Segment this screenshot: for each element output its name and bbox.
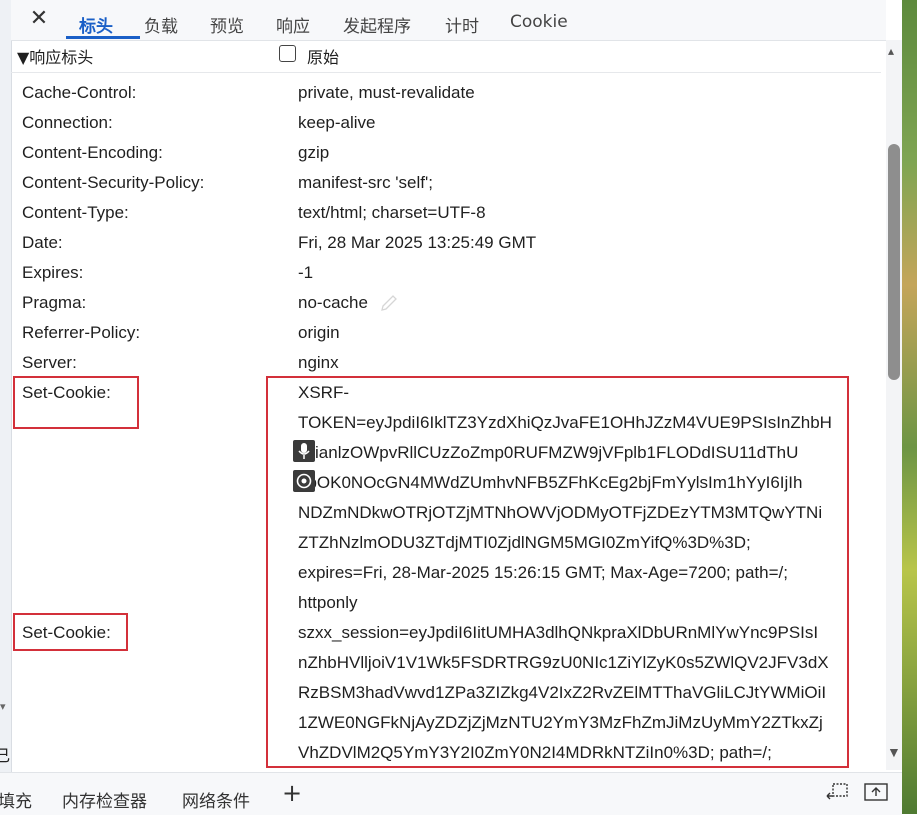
left-panel-edge: ▾ 己 xyxy=(0,0,12,780)
dock-bottom-icon[interactable] xyxy=(863,781,889,803)
header-name: Server: xyxy=(22,353,77,372)
drawer-tab-partial[interactable]: 填充 xyxy=(0,787,32,812)
tab-headers[interactable]: 标头 xyxy=(79,12,113,37)
tab-preview[interactable]: 预览 xyxy=(210,12,244,37)
header-name: Referrer-Policy: xyxy=(22,323,141,342)
header-value: origin xyxy=(298,323,340,342)
header-name: Expires: xyxy=(22,263,84,282)
header-name: Content-Encoding: xyxy=(22,143,163,162)
raw-checkbox-label[interactable]: 原始 xyxy=(307,44,339,68)
add-tab-icon[interactable]: + xyxy=(282,779,302,807)
scroll-down-arrow-icon[interactable]: ▼ xyxy=(887,744,901,760)
tab-response[interactable]: 响应 xyxy=(276,12,310,37)
header-name: Connection: xyxy=(22,113,113,132)
scrollbar-thumb[interactable] xyxy=(888,144,900,380)
drawer-tab-bar: 填充 内存检查器 网络条件 + xyxy=(0,772,902,815)
tab-timing[interactable]: 计时 xyxy=(445,12,479,37)
set-cookie-name: Set-Cookie: xyxy=(22,623,111,642)
tab-initiator[interactable]: 发起程序 xyxy=(343,12,411,37)
header-name: Pragma: xyxy=(22,293,87,312)
highlight-box xyxy=(266,376,849,768)
section-divider xyxy=(11,72,881,73)
section-title[interactable]: ▼响应标头 xyxy=(17,44,93,68)
left-edge-text: 己 xyxy=(0,748,11,765)
undock-icon[interactable] xyxy=(824,781,850,803)
header-value: -1 xyxy=(298,263,314,282)
raw-checkbox[interactable] xyxy=(279,45,296,62)
drawer-tab-memory-inspector[interactable]: 内存检查器 xyxy=(62,787,147,812)
header-value: text/html; charset=UTF-8 xyxy=(298,203,486,222)
header-value: gzip xyxy=(298,143,330,162)
scroll-down-arrow-icon[interactable]: ▾ xyxy=(0,700,6,713)
header-value: no-cache xyxy=(298,293,368,312)
header-value: private, must-revalidate xyxy=(298,83,475,102)
header-name: Cache-Control: xyxy=(22,83,137,102)
scrollbar[interactable]: ▴ ▼ xyxy=(886,40,902,770)
header-value: nginx xyxy=(298,353,339,372)
details-tab-bar: ✕ 标头 负载 预览 响应 发起程序 计时 Cookie xyxy=(11,0,886,41)
header-name: Date: xyxy=(22,233,63,252)
header-name: Content-Security-Policy: xyxy=(22,173,205,192)
tab-cookie[interactable]: Cookie xyxy=(510,12,568,32)
close-icon[interactable]: ✕ xyxy=(27,8,51,32)
tab-payload[interactable]: 负载 xyxy=(144,12,178,37)
background-wallpaper-edge xyxy=(902,0,917,814)
scroll-up-arrow-icon[interactable]: ▴ xyxy=(888,44,894,58)
drawer-tab-network-conditions[interactable]: 网络条件 xyxy=(182,787,250,812)
active-tab-indicator xyxy=(66,36,140,39)
header-value: keep-alive xyxy=(298,113,376,132)
header-value: manifest-src 'self'; xyxy=(298,173,433,192)
header-value: Fri, 28 Mar 2025 13:25:49 GMT xyxy=(298,233,537,252)
set-cookie-name: Set-Cookie: xyxy=(22,383,111,402)
response-headers-section-header[interactable]: ▼响应标头 原始 xyxy=(11,40,881,72)
pencil-icon[interactable] xyxy=(378,292,400,314)
header-name: Content-Type: xyxy=(22,203,129,222)
